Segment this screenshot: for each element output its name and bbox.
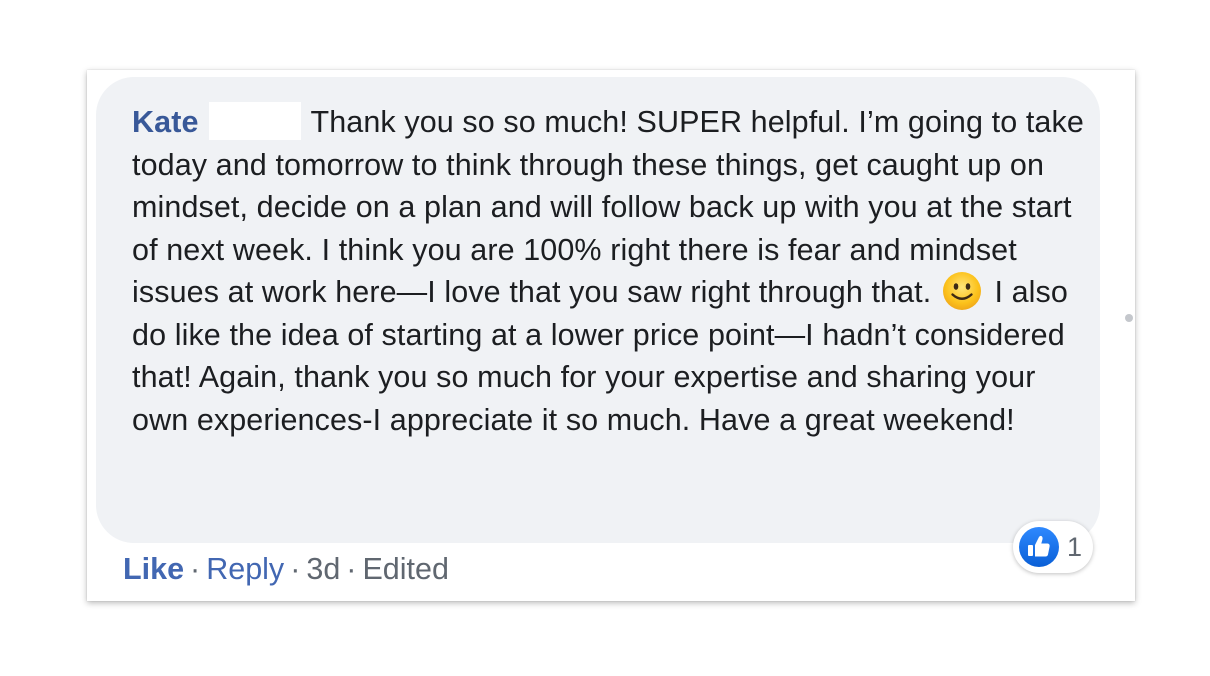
comment-body: Kate Thank you so so much! SUPER helpful.… — [132, 101, 1092, 441]
redacted-surname — [208, 102, 301, 140]
reaction-count: 1 — [1067, 531, 1083, 562]
reply-button[interactable]: Reply — [206, 552, 284, 586]
separator: · — [190, 552, 201, 586]
like-button[interactable]: Like — [123, 552, 184, 586]
comment-actions: Like · Reply · 3d · Edited — [123, 548, 449, 590]
comment-bubble: Kate Thank you so so much! SUPER helpful.… — [96, 77, 1100, 543]
scroll-indicator — [1125, 314, 1133, 322]
thumbs-up-icon — [1019, 527, 1059, 567]
edited-label[interactable]: Edited — [362, 552, 448, 586]
comment-author[interactable]: Kate — [132, 105, 199, 139]
separator: · — [290, 552, 301, 586]
comment-timestamp[interactable]: 3d — [306, 552, 340, 586]
slightly-smiling-face-icon — [942, 272, 981, 310]
comment-card: Kate Thank you so so much! SUPER helpful.… — [87, 70, 1135, 601]
reactions-badge[interactable]: 1 — [1013, 521, 1093, 573]
separator: · — [346, 552, 357, 586]
